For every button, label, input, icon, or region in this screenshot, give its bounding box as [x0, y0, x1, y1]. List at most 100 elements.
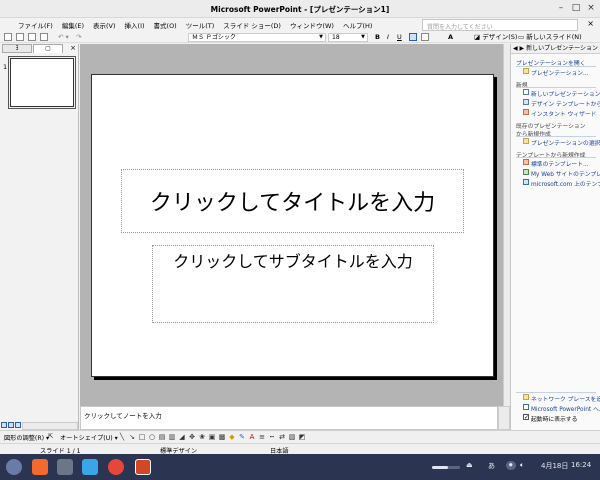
title-placeholder[interactable]: クリックしてタイトルを入力 [121, 169, 464, 233]
network-place-icon [523, 394, 529, 400]
slide: クリックしてタイトルを入力 クリックしてサブタイトルを入力 [91, 74, 494, 377]
chrome-icon[interactable] [108, 459, 124, 475]
wordart-icon[interactable]: ◢ [178, 433, 186, 441]
task-pane-title[interactable]: 新しいプレゼンテーション [526, 45, 598, 52]
document-close-button[interactable]: × [587, 19, 594, 28]
shadow-icon[interactable]: ▧ [288, 433, 296, 441]
textbox-icon[interactable]: ▤ [158, 433, 166, 441]
web-templates-link[interactable]: My Web サイトのテンプレート [531, 169, 600, 178]
slide-thumbnail[interactable] [8, 56, 76, 109]
open-folder-icon[interactable] [16, 33, 24, 41]
autoshape-menu-button[interactable]: オートシェイプ(U) ▾ [60, 433, 118, 442]
arrow-icon[interactable]: ↘ [128, 433, 136, 441]
new-file-icon[interactable] [4, 33, 12, 41]
new-slide-icon: ▭ [518, 33, 525, 41]
maximize-button[interactable]: □ [569, 2, 583, 15]
launcher-icon[interactable] [6, 459, 22, 475]
rectangle-icon[interactable]: □ [138, 433, 146, 441]
open-presentation-link[interactable]: プレゼンテーション... [531, 68, 589, 77]
menu-file[interactable]: ファイル(F) [18, 20, 53, 30]
microsoft-templates-link[interactable]: microsoft.com 上のテンプレート [531, 179, 600, 188]
autocontent-wizard-link[interactable]: インスタント ウィザード [531, 109, 597, 118]
drawing-tools: ╲ ↘ □ ○ ▤ ▥ ◢ ✥ ❀ ▣ ▩ ◆ ✎ A ≡ ┅ ⇄ ▧ ◩ [118, 433, 306, 441]
time: 16:24 [571, 461, 592, 469]
minimize-button[interactable]: – [554, 2, 568, 15]
line-color-icon[interactable]: ✎ [238, 433, 246, 441]
menu-slideshow[interactable]: スライド ショー(D) [223, 20, 281, 30]
new-slide-button[interactable]: ▭ 新しいスライド(N) [518, 33, 582, 42]
eject-icon[interactable]: ⏏ [466, 461, 473, 469]
new-from-design-link[interactable]: デザイン テンプレートから [531, 99, 600, 108]
tab-slides[interactable]: ▢ [33, 44, 63, 53]
close-button[interactable]: × [584, 2, 598, 15]
menu-help[interactable]: ヘルプ(H) [343, 20, 372, 30]
add-network-place-link[interactable]: ネットワーク プレースを追加 [531, 394, 600, 403]
notes-scrollbar[interactable] [498, 406, 510, 430]
show-on-startup-checkbox[interactable]: ✓ [523, 414, 529, 421]
save-icon[interactable] [28, 33, 36, 41]
general-templates-link[interactable]: 標準のテンプレート... [531, 159, 589, 168]
oval-icon[interactable]: ○ [148, 433, 156, 441]
chevron-down-icon: ▼ [319, 34, 323, 40]
bold-button[interactable]: B [375, 33, 380, 42]
underline-button[interactable]: U [397, 33, 402, 42]
files-icon[interactable] [57, 459, 73, 475]
design-label: デザイン(S) [482, 33, 518, 41]
image-icon[interactable]: ▩ [218, 433, 226, 441]
align-left-icon[interactable] [409, 33, 417, 41]
menu-edit[interactable]: 編集(E) [62, 20, 84, 30]
powerpoint-help-link[interactable]: Microsoft PowerPoint ヘルプ [531, 404, 600, 413]
diagram-icon[interactable]: ✥ [188, 433, 196, 441]
line-style-icon[interactable]: ≡ [258, 433, 266, 441]
brave-browser-icon[interactable] [32, 459, 48, 475]
canvas-scrollbar[interactable] [503, 44, 510, 406]
ime-indicator[interactable]: あ [488, 461, 495, 471]
undo-icon[interactable]: ↶ ▾ [58, 33, 69, 42]
font-color-icon[interactable]: A [248, 433, 256, 441]
normal-view-icon[interactable] [1, 422, 7, 428]
design-button[interactable]: ◪ デザイン(S) [474, 33, 517, 42]
align-center-icon[interactable] [421, 33, 429, 41]
font-color-button[interactable]: A [448, 33, 453, 42]
clipart-icon[interactable]: ❀ [198, 433, 206, 441]
arrow-style-icon[interactable]: ⇄ [278, 433, 286, 441]
new-blank-link[interactable]: 新しいプレゼンテーション [531, 89, 600, 98]
menu-insert[interactable]: 挿入(I) [125, 20, 145, 30]
os-shelf: ⏏ あ ⏺ 🔈︎ 4月18日 16:24 [0, 454, 600, 480]
picture-icon[interactable]: ▣ [208, 433, 216, 441]
slideshow-view-icon[interactable] [15, 422, 21, 428]
select-objects-icon[interactable]: ⇱ [48, 433, 53, 440]
fill-color-icon[interactable]: ◆ [228, 433, 236, 441]
tab-outline[interactable]: ﾖ [2, 44, 32, 53]
font-size-select[interactable]: 18 ▼ [328, 33, 368, 42]
help-search-input[interactable]: 質問を入力してください [422, 19, 578, 31]
3d-icon[interactable]: ◩ [298, 433, 306, 441]
vertical-textbox-icon[interactable]: ▥ [168, 433, 176, 441]
redo-icon[interactable]: ↷ [76, 33, 81, 42]
powerpoint-app-icon[interactable] [135, 459, 151, 475]
draw-menu-button[interactable]: 図形の調整(R) ▾ [4, 433, 49, 442]
italic-button[interactable]: I [387, 33, 389, 42]
back-icon[interactable]: ◀ ▶ [513, 45, 524, 52]
sorter-view-icon[interactable] [8, 422, 14, 428]
help-icon [523, 404, 529, 410]
choose-presentation-link[interactable]: プレゼンテーションの選択 [531, 138, 600, 147]
notes-field[interactable]: クリックしてノートを入力 [80, 406, 498, 430]
subtitle-placeholder[interactable]: クリックしてサブタイトルを入力 [152, 245, 434, 323]
general-templates-icon [523, 159, 529, 165]
menu-format[interactable]: 書式(O) [154, 20, 177, 30]
dash-style-icon[interactable]: ┅ [268, 433, 276, 441]
store-icon[interactable] [82, 459, 98, 475]
line-icon[interactable]: ╲ [118, 433, 126, 441]
menu-window[interactable]: ウィンドウ(W) [290, 20, 334, 30]
close-pane-icon[interactable]: × [70, 44, 76, 52]
volume-slider[interactable] [432, 466, 460, 469]
menu-view[interactable]: 表示(V) [93, 20, 116, 30]
existing-icon [523, 138, 529, 144]
mic-icon[interactable]: ⏺ [506, 461, 516, 470]
date: 4月18日 [541, 462, 569, 470]
print-icon[interactable] [40, 33, 48, 41]
font-name-select[interactable]: ＭＳ Ｐゴシック ▼ [188, 33, 326, 42]
volume-icon[interactable]: 🔈︎ [520, 461, 524, 470]
menu-tools[interactable]: ツール(T) [186, 20, 215, 30]
